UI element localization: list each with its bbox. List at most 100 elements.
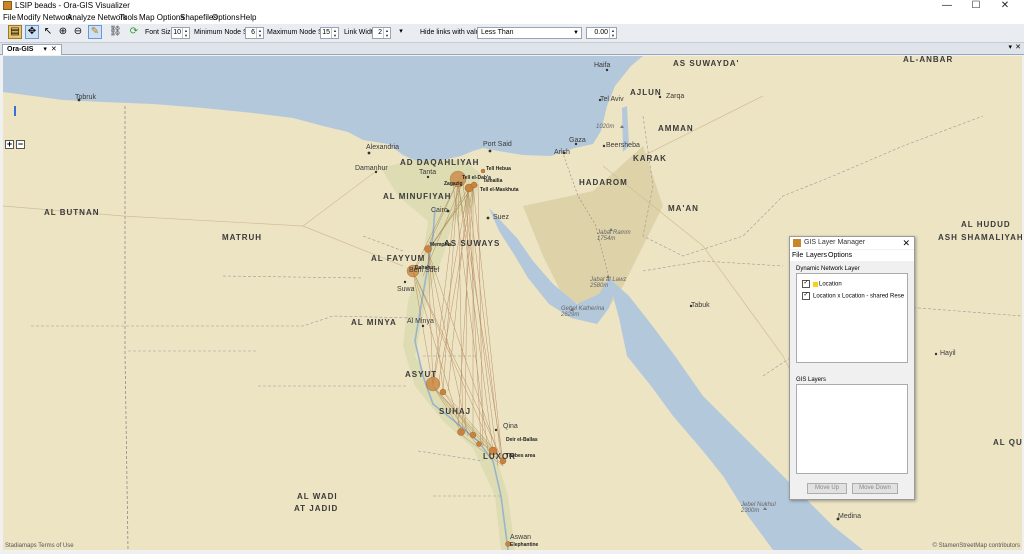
map-label-city: Cairo: [431, 207, 448, 214]
map-label-region: AMMAN: [658, 124, 694, 133]
minimize-button[interactable]: —: [937, 0, 957, 12]
menu-modify-network[interactable]: Modify Network: [17, 12, 72, 24]
map-label-city: Qina: [503, 423, 518, 430]
refresh-icon[interactable]: ⟳: [127, 25, 141, 39]
link-tool-icon[interactable]: ⛓: [108, 25, 122, 39]
map-label-region: AS SUWAYDA': [673, 59, 740, 68]
map-label-city: Arish: [554, 149, 570, 156]
map-label-city: Beersheba: [606, 142, 640, 149]
pan-tool-icon[interactable]: ✥: [25, 25, 39, 39]
menu-bar: File Modify Network Analyze Network Tool…: [0, 12, 1024, 24]
map-label-region: AD DAQAHLIYAH: [400, 158, 480, 167]
window-title: LSIP beads - Ora-GIS Visualizer: [15, 1, 130, 10]
menu-options[interactable]: Options: [212, 12, 240, 24]
dynamic-layer-list: ✓ Location ✓ Location x Location - shared …: [796, 273, 908, 363]
border-jordan-saudi: [642, 115, 984, 257]
map-credit-left[interactable]: Stadiamaps Terms of Use: [5, 543, 74, 549]
network-node-label: Tell Hebua: [486, 166, 511, 172]
map-label-region: SUHAJ: [439, 407, 472, 416]
map-label-region: AL QU: [993, 438, 1022, 447]
map-credit-right[interactable]: © StamenStreetMap contributors: [933, 543, 1020, 549]
map-label-region: AL BUTNAN: [44, 208, 100, 217]
label-tool-icon[interactable]: ✎: [88, 25, 102, 39]
map-zoom-in-button[interactable]: +: [5, 140, 14, 149]
menu-tools[interactable]: Tools: [119, 12, 138, 24]
network-node-label: Tell el-Maskhuta: [480, 187, 519, 193]
link-width-input[interactable]: 2 ▲ ▼: [372, 27, 391, 39]
zoom-out-icon[interactable]: ⊖: [71, 25, 85, 39]
map-label-region: AL MINUFIYAH: [383, 192, 452, 201]
map-label-region: AL-ANBAR: [903, 56, 954, 64]
hide-links-label: Hide links with value:: [420, 29, 486, 36]
menu-map-options[interactable]: Map Options: [139, 12, 184, 24]
map-label-elevation: Gebel Katherina 2629m: [561, 306, 605, 318]
gis-menu-file[interactable]: File: [792, 250, 803, 261]
gis-menu-options[interactable]: Options: [828, 250, 852, 261]
panel-close-icon[interactable]: ✕: [1015, 43, 1021, 51]
close-button[interactable]: ✕: [995, 0, 1015, 12]
hide-links-value-input[interactable]: 0.00 ▲ ▼: [586, 27, 617, 39]
network-node-label: Elephantine: [510, 542, 539, 548]
move-down-button[interactable]: Move Down: [852, 483, 898, 494]
map-label-region: AL HUDUD: [961, 220, 1011, 229]
move-up-button[interactable]: Move Up: [807, 483, 847, 494]
gis-close-icon[interactable]: ✕: [902, 237, 910, 249]
gis-menu-layers[interactable]: Layers: [806, 250, 827, 261]
map-label-city: Medina: [838, 513, 861, 520]
zoom-in-icon[interactable]: ⊕: [56, 25, 70, 39]
gis-layers-heading: GIS Layers: [796, 377, 827, 383]
hide-links-operator-select[interactable]: Less Than ▼: [477, 27, 582, 39]
border-libya-egypt: [124, 106, 129, 550]
map-label-city: Gaza: [569, 137, 586, 144]
layer-color-swatch: [813, 281, 818, 287]
tab-pin-icon[interactable]: ▾: [43, 46, 47, 53]
document-tab-strip: Ora-GIS ▾ ✕ ▾ ✕: [0, 43, 1024, 55]
font-size-input[interactable]: 10 ▲ ▼: [171, 27, 190, 39]
maximize-button[interactable]: ☐: [966, 0, 986, 12]
tab-ora-gis[interactable]: Ora-GIS ▾ ✕: [2, 44, 62, 55]
link-width-dropdown-icon[interactable]: ▾: [394, 25, 408, 39]
map-label-city: Haifa: [594, 62, 611, 69]
network-node-label: Dahshur: [415, 265, 436, 271]
map-label-city: Suez: [493, 214, 509, 221]
app-icon: [3, 1, 12, 10]
layer-item-location-links[interactable]: ✓ Location x Location - shared Rese: [802, 292, 904, 301]
map-label-region: HADAROM: [579, 178, 628, 187]
map-label-city: Suwa: [397, 286, 415, 293]
map-label-elevation: Jabal Ramm 1754m: [597, 230, 631, 242]
map-label-city: Tobruk: [75, 94, 97, 101]
window-title-bar: LSIP beads - Ora-GIS Visualizer — ☐ ✕: [0, 0, 1024, 12]
map-label-elevation: Jebel Nukhul 2300m: [741, 502, 776, 514]
max-node-size-input[interactable]: 15 ▲ ▼: [320, 27, 339, 39]
network-node-label: Zagazig: [444, 181, 463, 187]
map-zoom-out-button[interactable]: −: [16, 140, 25, 149]
map-label-region: AS SUWAYS: [444, 239, 501, 248]
dynamic-network-layer-heading: Dynamic Network Layer: [796, 266, 860, 272]
pointer-tool-icon[interactable]: ↖: [41, 25, 55, 39]
network-node-label: Memphis: [430, 242, 452, 248]
map-label-region: AL WADI: [297, 492, 338, 501]
map-label-region: ASH SHAMALIYAH: [938, 233, 1022, 242]
map-label-city: Tel Aviv: [600, 96, 624, 103]
map-label-region: ASYUT: [405, 370, 438, 379]
map-label-region: MATRUH: [222, 233, 263, 242]
map-label-city: Damanhur: [355, 165, 388, 172]
menu-file[interactable]: File: [3, 12, 16, 24]
layer-item-location[interactable]: ✓ Location: [802, 280, 842, 289]
map-label-region: MA'AN: [668, 204, 699, 213]
zoom-slider-handle[interactable]: [14, 106, 16, 116]
layer-checkbox[interactable]: ✓: [802, 292, 810, 300]
gis-menu-bar: File Layers Options: [790, 250, 914, 261]
layer-checkbox[interactable]: ✓: [802, 280, 810, 288]
map-label-region: AL MINYA: [351, 318, 397, 327]
menu-help[interactable]: Help: [240, 12, 256, 24]
network-node-label: Ismailia: [484, 178, 503, 184]
map-label-region: AL FAYYUM: [371, 254, 426, 263]
tab-close-icon[interactable]: ✕: [51, 46, 57, 53]
map-label-region: KARAK: [633, 154, 667, 163]
clipboard-icon[interactable]: ▤: [8, 25, 22, 39]
map-label-city: Alexandria: [366, 144, 400, 151]
panel-pin-icon[interactable]: ▾: [1008, 43, 1012, 51]
min-node-size-input[interactable]: 6 ▲ ▼: [245, 27, 264, 39]
gis-app-icon: [793, 239, 801, 247]
